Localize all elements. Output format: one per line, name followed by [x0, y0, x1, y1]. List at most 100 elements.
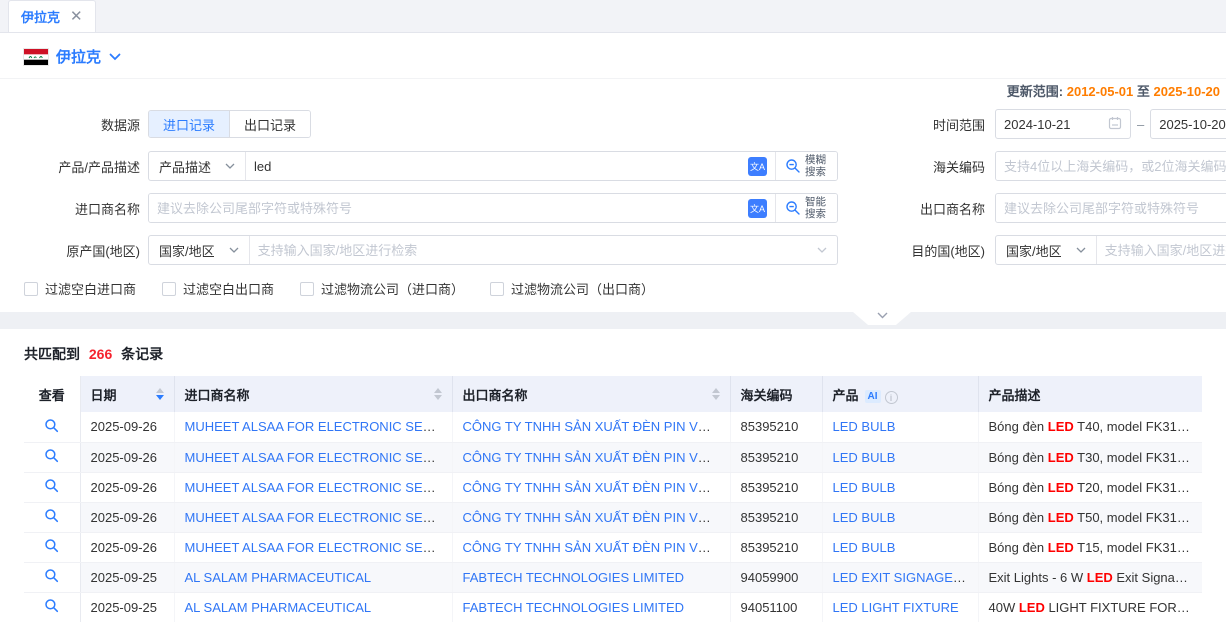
- product-link[interactable]: LED BULB: [833, 480, 896, 495]
- exporter-link[interactable]: CÔNG TY TNHH SẢN XUẤT ĐÈN PIN VỢT ...: [463, 540, 731, 555]
- product-link[interactable]: LED LIGHT FIXTURE: [833, 600, 959, 615]
- origin-country-input[interactable]: [250, 236, 815, 264]
- destination-country-type-select[interactable]: 国家/地区: [996, 236, 1097, 264]
- importer-link[interactable]: AL SALAM PHARMACEUTICAL: [185, 570, 372, 585]
- exporter-link[interactable]: FABTECH TECHNOLOGIES LIMITED: [463, 600, 685, 615]
- filter-checkbox[interactable]: 过滤空白进口商: [24, 279, 136, 298]
- cell-product: LED EXIT SIGNAGE LIG...: [822, 562, 978, 592]
- table-body: 2025-09-26 MUHEET ALSAA FOR ELECTRONIC SE…: [24, 412, 1202, 622]
- results-table: 查看 日期 进口商名称 出口商名称 海关编码 产品AIi 产品描述 2025-0…: [24, 376, 1202, 622]
- magnifier-icon: [44, 448, 59, 463]
- tab-title: 伊拉克: [21, 7, 60, 26]
- filter-checkbox[interactable]: 过滤空白出口商: [162, 279, 274, 298]
- magnifier-icon: [44, 418, 59, 433]
- importer-link[interactable]: MUHEET ALSAA FOR ELECTRONIC SERVICE...: [185, 450, 453, 465]
- importer-link[interactable]: MUHEET ALSAA FOR ELECTRONIC SERVICE...: [185, 510, 453, 525]
- exporter-link[interactable]: CÔNG TY TNHH SẢN XUẤT ĐÈN PIN VỢT ...: [463, 510, 731, 525]
- cell-description: Exit Lights - 6 W LED Exit Signage Li...: [978, 562, 1202, 592]
- info-icon[interactable]: i: [885, 391, 898, 404]
- cell-product: LED BULB: [822, 532, 978, 562]
- view-record-button[interactable]: [24, 592, 80, 622]
- table-row: 2025-09-26MUHEET ALSAA FOR ELECTRONIC SE…: [24, 502, 1202, 532]
- product-link[interactable]: LED BULB: [833, 450, 896, 465]
- importer-link[interactable]: MUHEET ALSAA FOR ELECTRONIC SERVICE...: [185, 480, 453, 495]
- country-header: 伊拉克: [0, 33, 1226, 79]
- header-view: 查看: [24, 376, 80, 412]
- tab-bar: 伊拉克 ✕: [0, 0, 1226, 33]
- keyword-highlight: LED: [1019, 600, 1045, 615]
- product-link[interactable]: LED BULB: [833, 419, 896, 434]
- cell-importer: MUHEET ALSAA FOR ELECTRONIC SERVICE...: [174, 532, 452, 562]
- cell-description: Bóng đèn LED T15, model FK313-T1...: [978, 532, 1202, 562]
- table-header-row: 查看 日期 进口商名称 出口商名称 海关编码 产品AIi 产品描述: [24, 376, 1202, 412]
- importer-link[interactable]: AL SALAM PHARMACEUTICAL: [185, 600, 372, 615]
- magnifier-icon: [44, 508, 59, 523]
- exporter-link[interactable]: CÔNG TY TNHH SẢN XUẤT ĐÈN PIN VỢT ...: [463, 419, 731, 434]
- tab-iraq[interactable]: 伊拉克 ✕: [8, 0, 96, 32]
- view-record-button[interactable]: [24, 562, 80, 592]
- cell-importer: MUHEET ALSAA FOR ELECTRONIC SERVICE...: [174, 442, 452, 472]
- date-to-value[interactable]: [1159, 117, 1226, 132]
- results-panel: 共匹配到 266 条记录 查看 日期 进口商名称 出口商名称 海关编码 产品AI…: [0, 329, 1226, 622]
- product-link[interactable]: LED BULB: [833, 540, 896, 555]
- sort-date-control[interactable]: [156, 388, 164, 400]
- page: 伊拉克 ✕ 伊拉克 更新范围: 2012-05-01 至 2025-10-20 …: [0, 0, 1226, 622]
- cell-hs-code: 85395210: [730, 532, 822, 562]
- product-field-type-select[interactable]: 产品描述: [149, 152, 246, 180]
- cell-exporter: CÔNG TY TNHH SẢN XUẤT ĐÈN PIN VỢT ...: [452, 412, 730, 442]
- view-record-button[interactable]: [24, 532, 80, 562]
- translate-icon[interactable]: 文A: [748, 157, 767, 176]
- checkbox-box-icon[interactable]: [162, 282, 176, 296]
- cell-date: 2025-09-26: [80, 472, 174, 502]
- sort-importer-control[interactable]: [434, 388, 442, 400]
- exporter-link[interactable]: CÔNG TY TNHH SẢN XUẤT ĐÈN PIN VỢT ...: [463, 450, 731, 465]
- exporter-link[interactable]: FABTECH TECHNOLOGIES LIMITED: [463, 570, 685, 585]
- product-search-input[interactable]: [246, 152, 748, 180]
- hs-code-input[interactable]: [996, 152, 1226, 180]
- origin-dropdown-chevron-icon[interactable]: [817, 247, 827, 253]
- product-link[interactable]: LED BULB: [833, 510, 896, 525]
- view-record-button[interactable]: [24, 502, 80, 532]
- header-exporter[interactable]: 出口商名称: [452, 376, 730, 412]
- checkbox-box-icon[interactable]: [490, 282, 504, 296]
- collapse-panel-button[interactable]: [853, 312, 911, 325]
- cell-hs-code: 94051100: [730, 592, 822, 622]
- view-record-button[interactable]: [24, 472, 80, 502]
- time-range-label: 时间范围: [838, 115, 985, 134]
- table-row: 2025-09-26MUHEET ALSAA FOR ELECTRONIC SE…: [24, 442, 1202, 472]
- smart-search-button[interactable]: 智能搜索: [775, 194, 837, 222]
- view-record-button[interactable]: [24, 412, 80, 442]
- view-record-button[interactable]: [24, 442, 80, 472]
- tab-close-icon[interactable]: ✕: [70, 9, 83, 24]
- cell-hs-code: 85395210: [730, 472, 822, 502]
- exporter-link[interactable]: CÔNG TY TNHH SẢN XUẤT ĐÈN PIN VỢT ...: [463, 480, 731, 495]
- exporter-name-input[interactable]: [996, 194, 1226, 222]
- checkbox-box-icon[interactable]: [24, 282, 38, 296]
- product-link[interactable]: LED EXIT SIGNAGE LIG...: [833, 570, 979, 585]
- filter-checkboxes: 过滤空白进口商 过滤空白出口商 过滤物流公司（进口商） 过滤物流公司（出口商）: [24, 279, 1226, 298]
- destination-country-input[interactable]: [1097, 236, 1226, 264]
- checkbox-box-icon[interactable]: [300, 282, 314, 296]
- filter-form: 更新范围: 2012-05-01 至 2025-10-20 数据源 进口记录 出…: [0, 79, 1226, 298]
- header-date[interactable]: 日期: [80, 376, 174, 412]
- country-switch-chevron-icon[interactable]: [109, 49, 121, 64]
- date-from-value[interactable]: [1004, 117, 1108, 132]
- translate-icon[interactable]: 文A: [748, 199, 767, 218]
- date-from-input[interactable]: [995, 109, 1131, 139]
- update-range-label: 更新范围:: [1007, 84, 1063, 99]
- import-records-tab[interactable]: 进口记录: [149, 111, 229, 137]
- fuzzy-search-button[interactable]: 模糊搜索: [775, 152, 837, 180]
- importer-link[interactable]: MUHEET ALSAA FOR ELECTRONIC SERVICE...: [185, 419, 453, 434]
- cell-date: 2025-09-26: [80, 412, 174, 442]
- filter-checkbox[interactable]: 过滤物流公司（出口商）: [490, 279, 654, 298]
- header-importer[interactable]: 进口商名称: [174, 376, 452, 412]
- sort-exporter-control[interactable]: [712, 388, 720, 400]
- date-to-input[interactable]: [1150, 109, 1226, 139]
- origin-country-type-select[interactable]: 国家/地区: [149, 236, 250, 264]
- product-label: 产品/产品描述: [24, 157, 140, 176]
- importer-link[interactable]: MUHEET ALSAA FOR ELECTRONIC SERVICE...: [185, 540, 453, 555]
- importer-name-input[interactable]: [149, 194, 748, 222]
- cell-date: 2025-09-25: [80, 562, 174, 592]
- export-records-tab[interactable]: 出口记录: [229, 111, 310, 137]
- filter-checkbox[interactable]: 过滤物流公司（进口商）: [300, 279, 464, 298]
